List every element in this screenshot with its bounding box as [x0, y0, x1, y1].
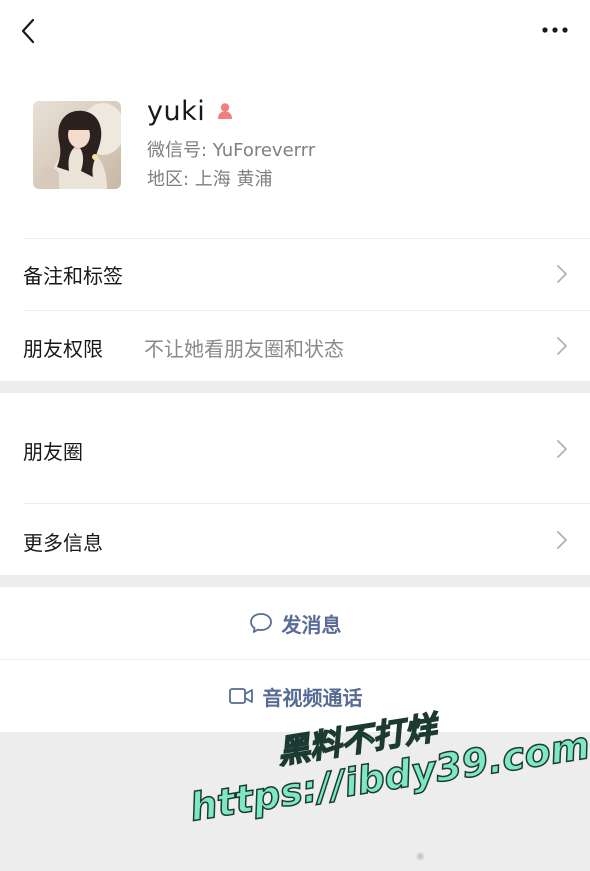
- profile-card: yuki 微信号: YuForeverrr 地区: 上海 黄浦: [0, 64, 590, 238]
- row-label: 朋友权限: [23, 337, 103, 361]
- video-call-button[interactable]: 音视频通话: [0, 660, 590, 732]
- contact-name: yuki: [147, 95, 206, 127]
- top-bar: [0, 0, 590, 64]
- chevron-right-icon: [557, 531, 567, 549]
- send-message-button[interactable]: 发消息: [0, 587, 590, 659]
- row-moments[interactable]: 朋友圈: [0, 393, 590, 503]
- female-person-icon: [218, 103, 233, 119]
- chat-bubble-icon: [249, 613, 272, 633]
- row-more-info[interactable]: 更多信息: [0, 503, 590, 575]
- more-dots-icon[interactable]: [542, 24, 568, 36]
- row-value: 不让她看朋友圈和状态: [144, 337, 344, 361]
- chevron-left-icon[interactable]: [18, 16, 40, 46]
- row-remark-and-tags[interactable]: 备注和标签: [0, 238, 590, 310]
- row-label: 更多信息: [23, 531, 103, 555]
- chevron-right-icon: [557, 337, 567, 355]
- video-camera-icon: [228, 688, 253, 704]
- send-message-label: 发消息: [281, 612, 342, 637]
- video-call-label: 音视频通话: [262, 685, 363, 710]
- weibo-logo-icon: ◉: [416, 851, 425, 862]
- region: 地区: 上海 黄浦: [147, 169, 273, 190]
- row-label: 备注和标签: [23, 264, 123, 288]
- chevron-right-icon: [557, 265, 567, 283]
- chevron-right-icon: [557, 440, 567, 458]
- name-row: yuki: [147, 94, 235, 128]
- settings-group: 备注和标签 朋友权限 不让她看朋友圈和状态: [0, 238, 590, 381]
- wechat-id: 微信号: YuForeverrr: [147, 140, 316, 161]
- row-label: 朋友圈: [23, 440, 83, 464]
- info-group: 朋友圈 更多信息: [0, 393, 590, 575]
- avatar[interactable]: [33, 101, 121, 189]
- watermark-url: https://ibdy39.com: [186, 722, 590, 830]
- row-friend-permissions[interactable]: 朋友权限 不让她看朋友圈和状态: [0, 310, 590, 381]
